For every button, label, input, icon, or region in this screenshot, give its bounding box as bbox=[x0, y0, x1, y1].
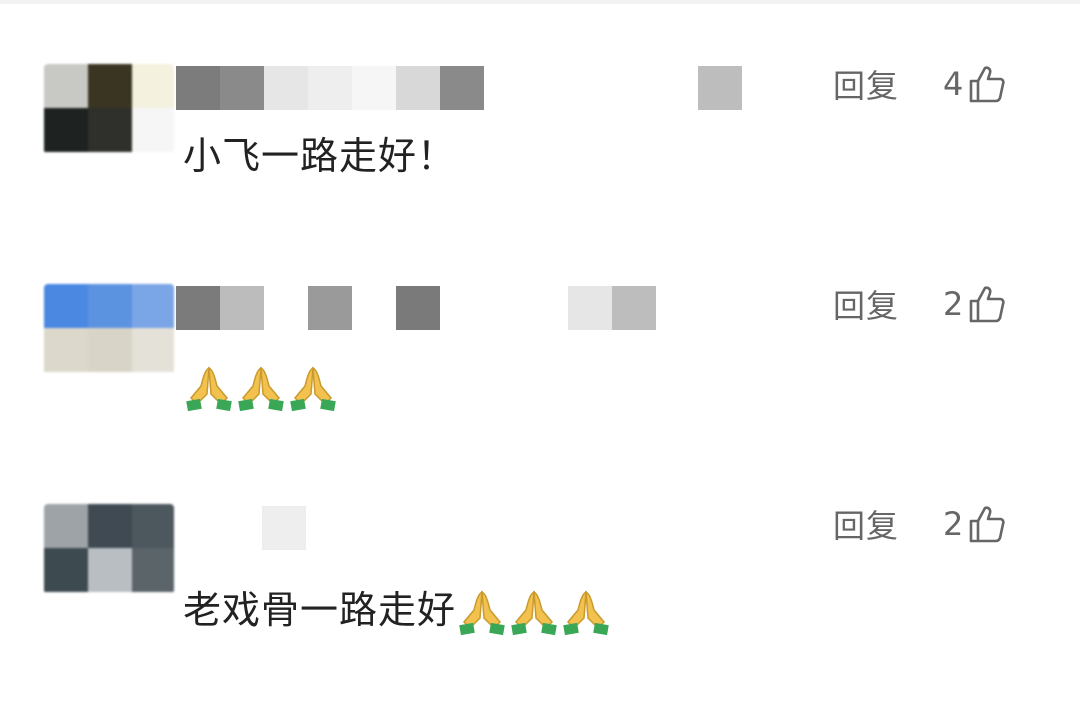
comment-text: 老戏骨一路走好 bbox=[183, 586, 612, 638]
reply-button[interactable]: 回复 bbox=[833, 61, 899, 107]
reply-button[interactable]: 回复 bbox=[833, 501, 899, 547]
like-count: 2 bbox=[943, 285, 964, 323]
top-divider bbox=[0, 0, 1080, 4]
folded-hands-emoji bbox=[186, 366, 232, 411]
folded-hands-emoji bbox=[290, 366, 336, 411]
comment-text bbox=[183, 362, 339, 414]
comment-actions: 回复 2 bbox=[833, 501, 1006, 547]
folded-hands-emoji bbox=[238, 366, 284, 411]
avatar[interactable] bbox=[44, 284, 174, 374]
thumbs-up-icon[interactable] bbox=[969, 505, 1006, 543]
folded-hands-emoji bbox=[511, 590, 557, 635]
thumbs-up-icon[interactable] bbox=[969, 65, 1006, 103]
comment-actions: 回复 2 bbox=[833, 281, 1006, 327]
comment-text: 小飞一路走好！ bbox=[183, 134, 457, 178]
comment-text-content: 老戏骨一路走好 bbox=[183, 588, 457, 632]
folded-hands-emoji bbox=[459, 590, 505, 635]
like-count: 4 bbox=[943, 65, 964, 103]
avatar[interactable] bbox=[44, 504, 174, 594]
thumbs-up-icon[interactable] bbox=[969, 285, 1006, 323]
reply-button[interactable]: 回复 bbox=[833, 281, 899, 327]
avatar[interactable] bbox=[44, 64, 174, 154]
folded-hands-emoji bbox=[563, 590, 609, 635]
comment-actions: 回复 4 bbox=[833, 61, 1006, 107]
like-count: 2 bbox=[943, 505, 964, 543]
